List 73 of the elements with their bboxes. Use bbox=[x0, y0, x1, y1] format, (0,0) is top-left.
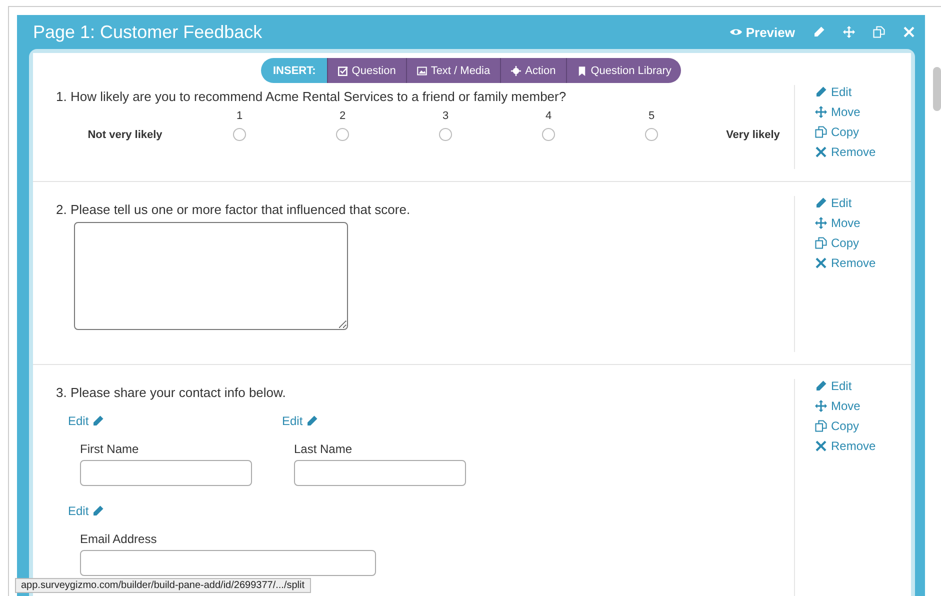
preview-button[interactable]: Preview bbox=[730, 24, 795, 40]
pencil-icon bbox=[92, 505, 104, 517]
pencil-icon bbox=[306, 415, 318, 427]
scale-low-label: Not very likely bbox=[88, 128, 162, 140]
input-field[interactable] bbox=[80, 550, 376, 576]
insert-button[interactable]: Question bbox=[326, 58, 406, 83]
field-label: Email Address bbox=[80, 532, 158, 546]
edit-link[interactable]: Edit bbox=[68, 414, 104, 428]
move-icon bbox=[843, 26, 855, 38]
question-action-link[interactable]: Remove bbox=[815, 256, 911, 270]
insert-button[interactable]: Text / Media bbox=[406, 58, 500, 83]
status-url: app.surveygizmo.com/builder/build-pane-add/id/2699377/.../split bbox=[15, 578, 311, 593]
question-action-link[interactable]: Edit bbox=[815, 379, 911, 393]
radio-button[interactable] bbox=[233, 128, 246, 141]
move-icon bbox=[815, 400, 827, 412]
pencil-icon bbox=[815, 86, 827, 98]
field-label: First Name bbox=[80, 442, 140, 456]
question-action-link[interactable]: Edit bbox=[815, 196, 911, 210]
pencil-icon bbox=[815, 380, 827, 392]
copy-icon bbox=[815, 126, 827, 138]
field-label: Last Name bbox=[294, 442, 354, 456]
scale-high-label: Very likely bbox=[726, 128, 780, 140]
radio-button[interactable] bbox=[439, 128, 452, 141]
edit-link[interactable]: Edit bbox=[68, 504, 104, 518]
close-icon bbox=[815, 257, 827, 269]
eye-icon bbox=[730, 26, 742, 38]
question-action-link[interactable]: Remove bbox=[815, 439, 911, 453]
copy-icon bbox=[815, 237, 827, 249]
move-button[interactable] bbox=[843, 26, 855, 38]
question-action-link[interactable]: Copy bbox=[815, 419, 911, 433]
question-action-link[interactable]: Move bbox=[815, 105, 911, 119]
question-action-link[interactable]: Copy bbox=[815, 125, 911, 139]
scale-number: 2 bbox=[339, 110, 346, 122]
input-field[interactable] bbox=[80, 460, 252, 486]
insert-button[interactable]: Question Library bbox=[566, 58, 682, 83]
scale-number: 3 bbox=[442, 110, 449, 122]
insert-label: INSERT: bbox=[261, 58, 327, 83]
answer-box[interactable] bbox=[74, 222, 348, 330]
input-field[interactable] bbox=[294, 460, 466, 486]
radio-button[interactable] bbox=[645, 128, 658, 141]
scale-number: 1 bbox=[236, 110, 243, 122]
close-button[interactable] bbox=[903, 26, 915, 38]
scrollbar-thumb[interactable] bbox=[933, 67, 941, 111]
scale-number: 5 bbox=[648, 110, 655, 122]
question-action-link[interactable]: Edit bbox=[815, 85, 911, 99]
question-title: 3. Please share your contact info below. bbox=[56, 385, 287, 400]
move-icon bbox=[815, 106, 827, 118]
edit-link[interactable]: Edit bbox=[282, 414, 318, 428]
question-action-link[interactable]: Move bbox=[815, 399, 911, 413]
pencil-icon bbox=[813, 26, 825, 38]
pencil-icon bbox=[92, 415, 104, 427]
image-icon bbox=[416, 66, 427, 76]
edit-button[interactable] bbox=[813, 26, 825, 38]
copy-button[interactable] bbox=[873, 26, 885, 38]
checkbox-icon bbox=[338, 66, 348, 76]
scale-number: 4 bbox=[545, 110, 552, 122]
question-title: 1. How likely are you to recommend Acme Rental Services to a friend or family member? bbox=[56, 89, 568, 104]
question-action-link[interactable]: Copy bbox=[815, 236, 911, 250]
move-icon bbox=[815, 217, 827, 229]
question-action-link[interactable]: Remove bbox=[815, 145, 911, 159]
radio-button[interactable] bbox=[336, 128, 349, 141]
copy-icon bbox=[873, 26, 885, 38]
close-icon bbox=[815, 440, 827, 452]
question-title: 2. Please tell us one or more factor that influenced that score. bbox=[56, 202, 412, 217]
close-icon bbox=[903, 26, 915, 38]
close-icon bbox=[815, 146, 827, 158]
pencil-icon bbox=[815, 197, 827, 209]
bookmark-icon bbox=[576, 66, 587, 76]
radio-button[interactable] bbox=[542, 128, 555, 141]
page-title: Page 1: Customer Feedback bbox=[32, 22, 264, 42]
copy-icon bbox=[815, 420, 827, 432]
question-action-link[interactable]: Move bbox=[815, 216, 911, 230]
insert-button[interactable]: Action bbox=[500, 58, 566, 83]
